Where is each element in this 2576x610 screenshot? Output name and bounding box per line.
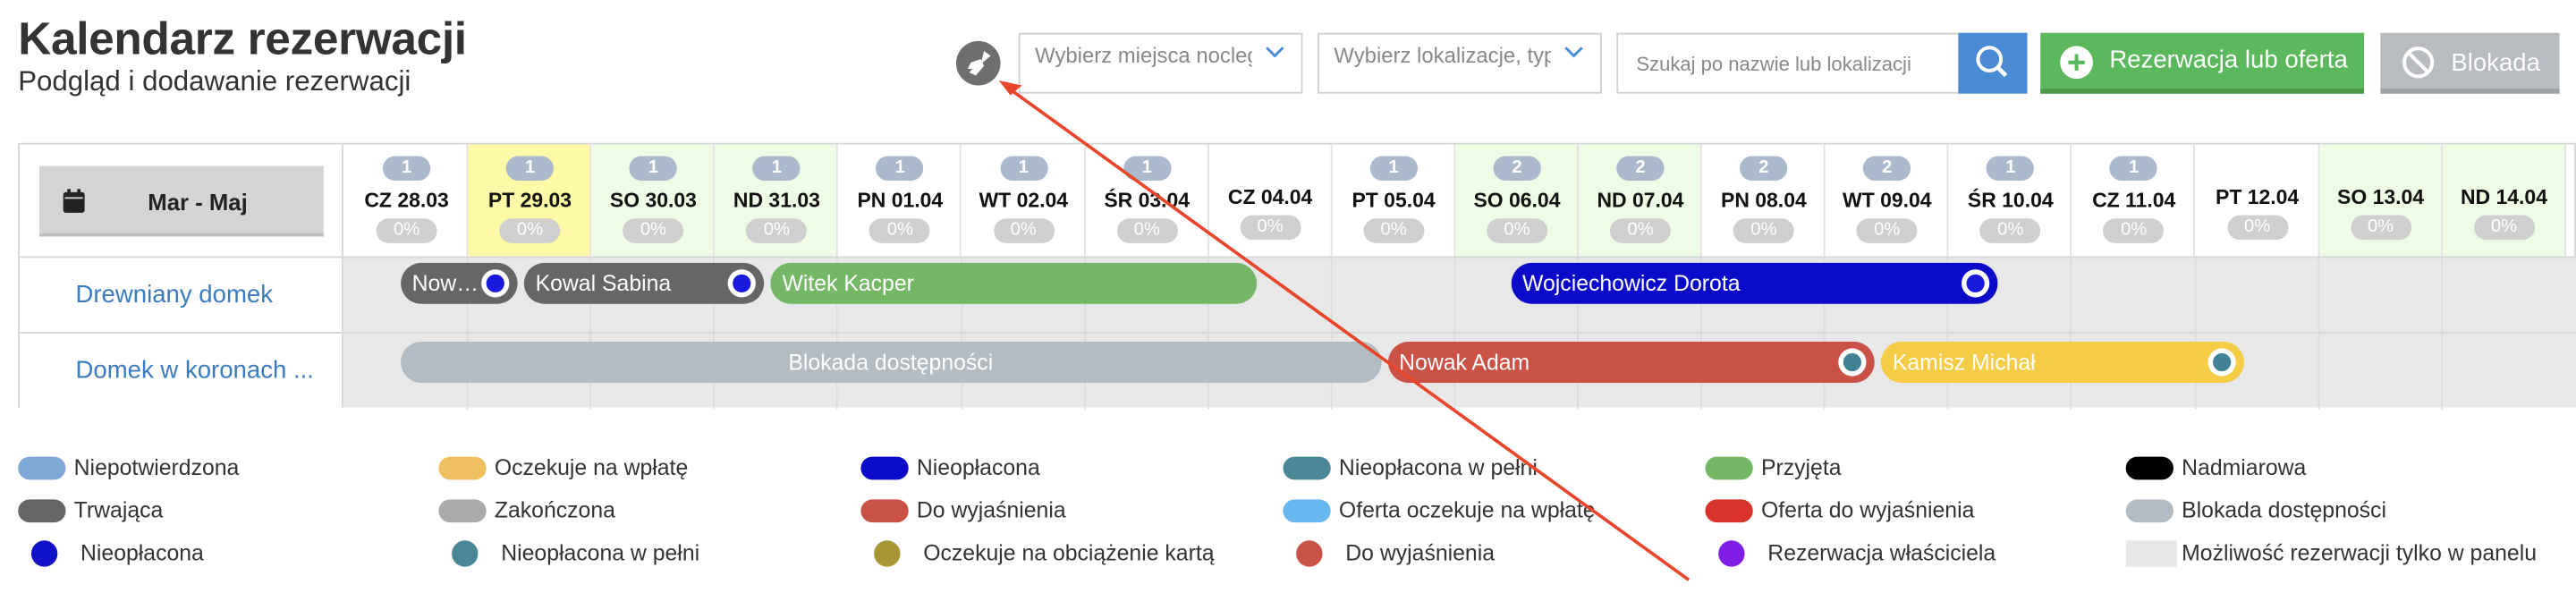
annotation-arrow-icon [998,80,1690,581]
